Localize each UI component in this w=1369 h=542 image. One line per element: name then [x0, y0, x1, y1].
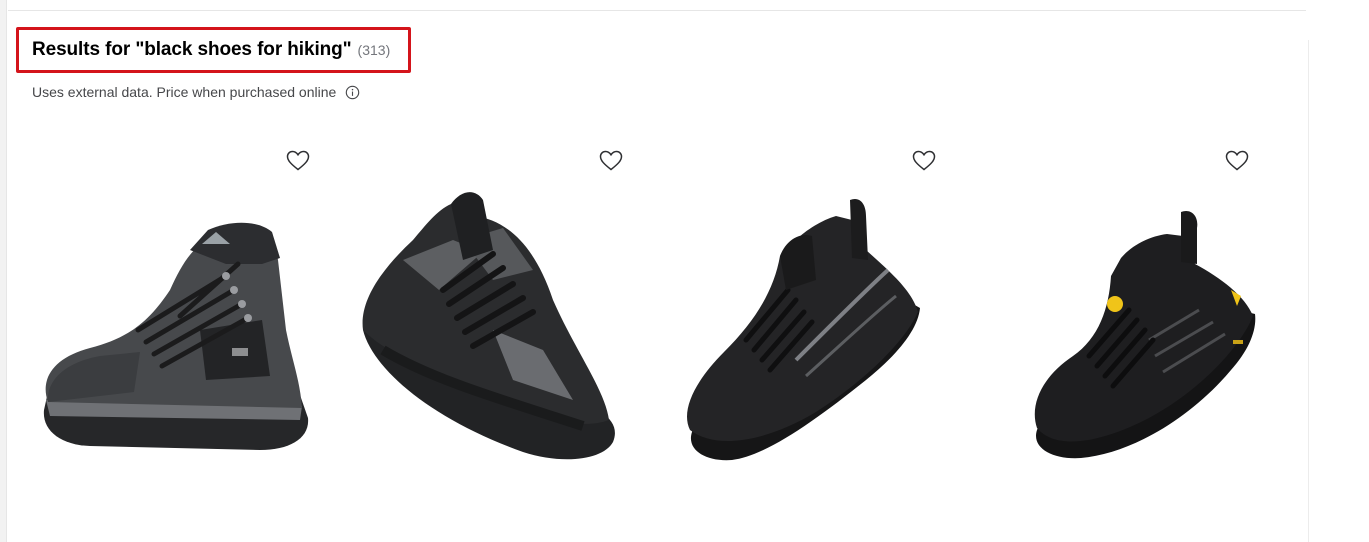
- favorite-button[interactable]: [1224, 148, 1250, 172]
- results-count: (313): [357, 42, 391, 58]
- results-heading: Results for "black shoes for hiking" (31…: [16, 27, 411, 73]
- heart-outline-icon: [599, 150, 623, 170]
- product-card[interactable]: [30, 140, 330, 470]
- results-title: Results for "black shoes for hiking": [32, 39, 352, 60]
- heart-outline-icon: [912, 150, 936, 170]
- favorite-button[interactable]: [911, 148, 937, 172]
- results-subtitle: Uses external data. Price when purchased…: [32, 83, 360, 101]
- top-divider: [8, 10, 1306, 11]
- favorite-button[interactable]: [598, 148, 624, 172]
- product-card[interactable]: [656, 140, 956, 470]
- product-card[interactable]: [969, 140, 1269, 470]
- left-divider: [0, 0, 7, 542]
- heart-outline-icon: [286, 150, 310, 170]
- product-grid: [30, 140, 1300, 480]
- product-image[interactable]: [30, 180, 330, 470]
- info-circle-icon[interactable]: [345, 85, 360, 100]
- right-divider: [1308, 40, 1309, 542]
- product-card[interactable]: [343, 140, 643, 470]
- product-image[interactable]: [969, 180, 1269, 470]
- heart-outline-icon: [1225, 150, 1249, 170]
- favorite-button[interactable]: [285, 148, 311, 172]
- subtitle-text: Uses external data. Price when purchased…: [32, 84, 337, 100]
- product-image[interactable]: [343, 180, 643, 470]
- product-image[interactable]: [656, 180, 956, 470]
